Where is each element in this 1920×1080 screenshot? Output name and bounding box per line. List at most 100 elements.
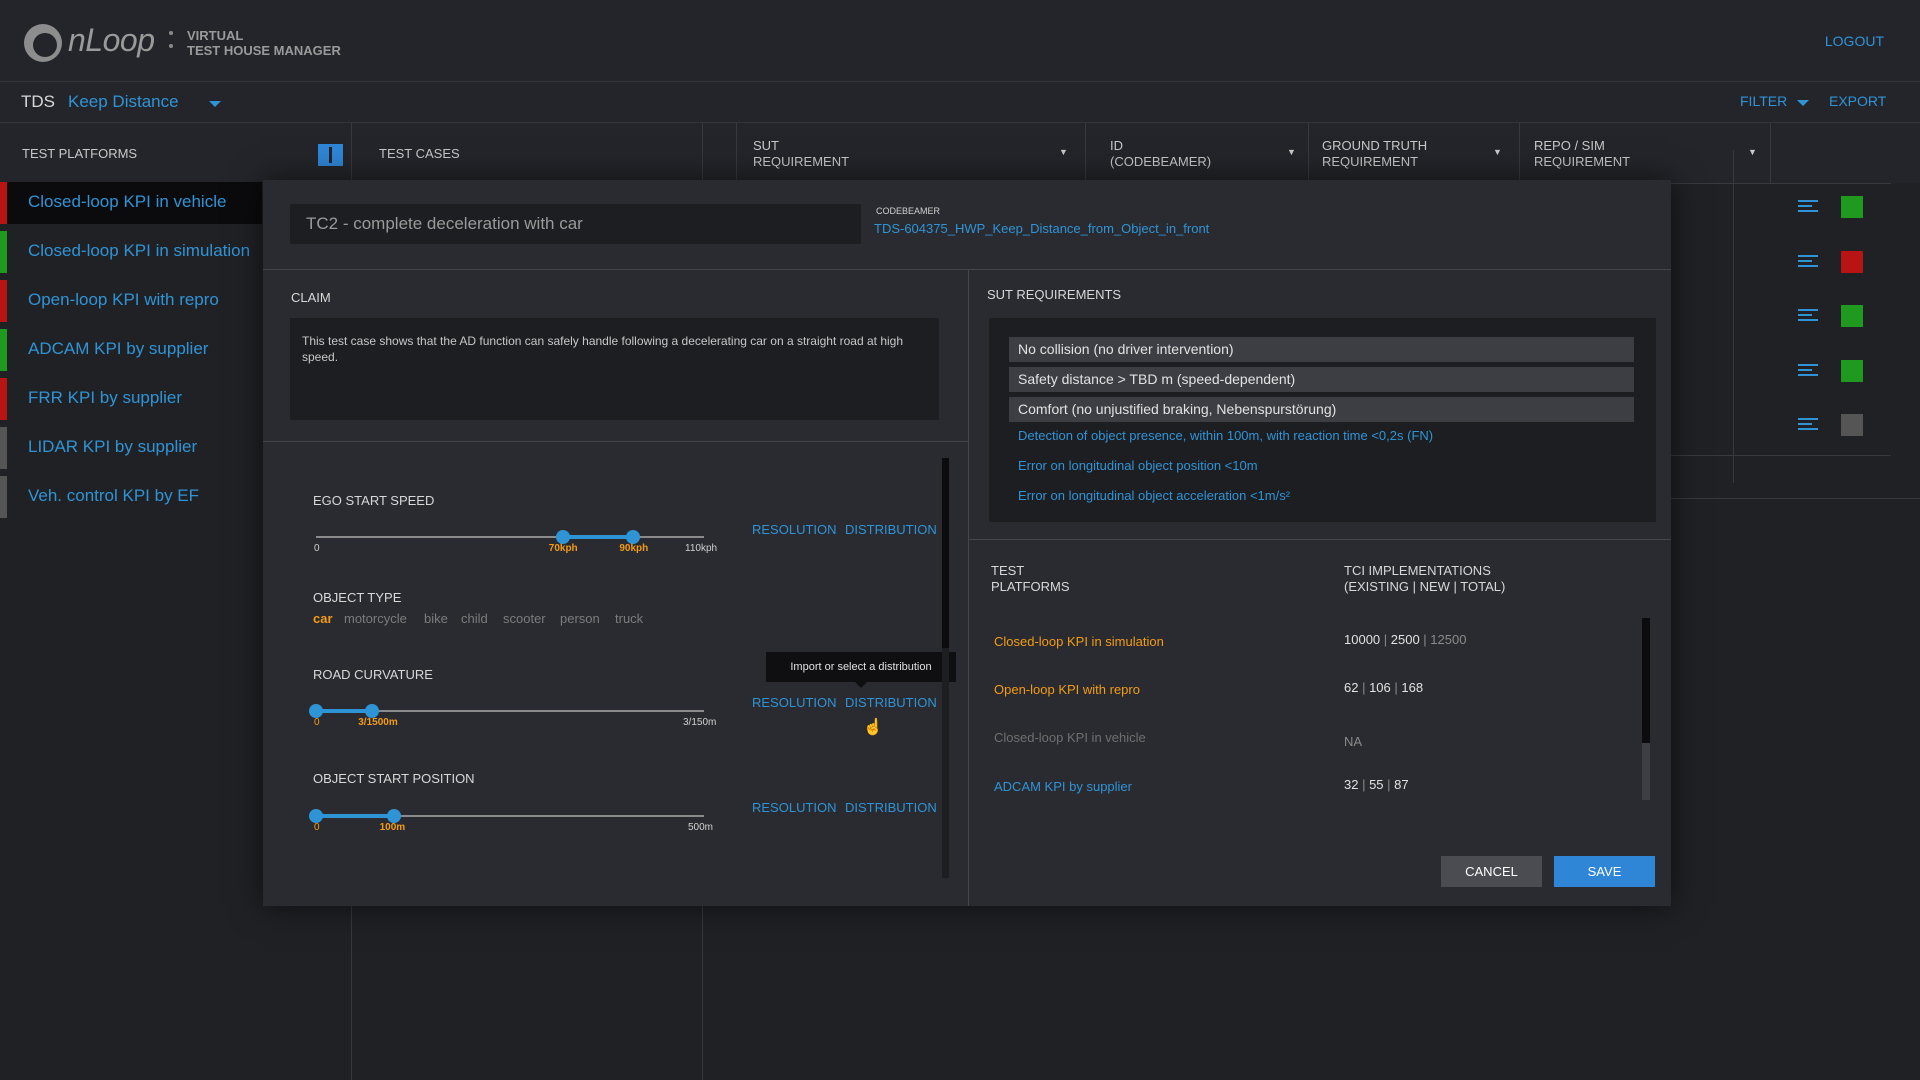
col-sut-line1: SUT [753,138,779,153]
sidebar-item-label: Veh. control KPI by EF [28,486,200,505]
tci-na: NA [1344,734,1363,749]
col-repo-sim[interactable]: REPO / SIM REQUIREMENT [1534,138,1630,170]
tp-row-name[interactable]: Open-loop KPI with repro [994,682,1140,697]
details-icon[interactable] [1798,418,1818,430]
ego-speed-slider[interactable]: 70kph 90kph [316,527,704,554]
platform-status-bar [0,182,7,224]
status-indicator [1841,359,1863,382]
claim-text[interactable]: This test case shows that the AD functio… [290,318,939,420]
filter-button[interactable]: FILTER [1740,93,1787,109]
col-sut-requirement[interactable]: SUT REQUIREMENT [753,138,849,170]
divider [969,539,1671,540]
divider [263,441,968,442]
slider-handle[interactable] [386,809,401,823]
sut-requirements-title: SUT REQUIREMENTS [987,287,1122,302]
col-id[interactable]: ID (CODEBEAMER) [1110,138,1211,170]
logout-link[interactable]: LOGOUT [1825,33,1884,49]
tp-scrollbar-thumb[interactable] [1642,618,1650,743]
object-type-option[interactable]: motorcycle [344,611,407,626]
tci-total: 168 [1401,680,1424,695]
tds-chevron-down-icon[interactable] [209,101,221,107]
sidebar-item-label: Closed-loop KPI in vehicle [28,192,227,211]
sidebar-item-platform[interactable]: FRR KPI by supplier [0,378,262,420]
sidebar-item-platform[interactable]: Veh. control KPI by EF [0,476,262,518]
slider-handle[interactable] [365,704,380,718]
details-icon[interactable] [1798,309,1818,321]
sidebar-item-platform[interactable]: LIDAR KPI by supplier [0,427,262,469]
test-case-name-input[interactable] [290,204,861,244]
sort-gt-icon[interactable]: ▼ [1493,147,1502,157]
tp-row-name[interactable]: Closed-loop KPI in vehicle [994,730,1146,745]
slider-handle[interactable] [309,809,323,823]
tci-existing: 32 [1344,777,1359,792]
col-ground-truth[interactable]: GROUND TRUTH REQUIREMENT [1322,138,1427,170]
sidebar-item-platform[interactable]: Closed-loop KPI in simulation [0,231,262,273]
platform-status-bar [0,427,7,469]
divider [1671,183,1891,184]
ego-speed-distribution[interactable]: DISTRIBUTION [845,522,937,537]
sut-selected-item[interactable]: Comfort (no unjustified braking, Nebensp… [1009,397,1634,422]
params-scrollbar-thumb[interactable] [942,458,949,648]
sut-requirement-link[interactable]: Error on longitudinal object position <1… [1018,458,1258,473]
tp-row-name[interactable]: ADCAM KPI by supplier [994,779,1132,794]
save-button[interactable]: SAVE [1554,856,1655,887]
sort-repo-icon[interactable]: ▼ [1748,147,1757,157]
object-start-min: 0 [314,822,320,833]
slider-fill [316,709,373,713]
object-start-slider[interactable]: 100m [309,806,704,833]
status-indicator [1841,196,1863,218]
slider-handle[interactable] [309,704,323,718]
sut-requirement-link[interactable]: Error on longitudinal object acceleratio… [1018,488,1290,503]
ego-speed-resolution[interactable]: RESOLUTION [752,522,837,537]
object-start-resolution[interactable]: RESOLUTION [752,800,837,815]
divider [1308,123,1309,183]
sort-sut-icon[interactable]: ▼ [1059,147,1068,157]
tci-existing: 10000 [1344,632,1381,647]
status-indicator [1841,250,1863,273]
col-gt-line1: GROUND TRUTH [1322,138,1428,153]
sut-requirement-link[interactable]: Detection of object presence, within 100… [1018,428,1433,443]
sidebar-item-label: Open-loop KPI with repro [28,290,219,309]
object-start-distribution[interactable]: DISTRIBUTION [845,800,937,815]
cancel-button[interactable]: CANCEL [1441,856,1542,887]
details-icon[interactable] [1798,254,1818,267]
object-type-option[interactable]: child [461,611,488,626]
sidebar-item-platform[interactable]: Open-loop KPI with repro [0,280,262,322]
slider-fill [562,535,634,539]
tp-header-line1: TEST [991,563,1025,578]
object-type-option[interactable]: scooter [503,611,546,626]
tds-selector[interactable]: Keep Distance [68,92,179,112]
slider-handle[interactable] [555,530,570,544]
ego-speed-min: 0 [314,543,320,554]
status-indicator [1841,305,1863,327]
divider [1733,150,1734,483]
split-view-icon[interactable] [318,144,343,166]
road-curvature-slider[interactable]: 3/1500m [309,701,704,728]
export-button[interactable]: EXPORT [1829,93,1886,109]
tci-separator: | [1383,777,1395,792]
codebeamer-link[interactable]: TDS-604375_HWP_Keep_Distance_from_Object… [874,221,1209,236]
tp-row-name[interactable]: Closed-loop KPI in simulation [994,634,1164,649]
object-type-option[interactable]: bike [424,611,448,626]
col-id-line1: ID [1110,138,1123,153]
status-indicator [1841,414,1863,436]
object-type-title: OBJECT TYPE [313,590,402,605]
sort-id-icon[interactable]: ▼ [1287,147,1296,157]
details-icon[interactable] [1798,363,1818,376]
object-type-option[interactable]: truck [615,611,643,626]
road-curvature-distribution[interactable]: DISTRIBUTION [845,695,937,710]
sidebar-item-platform[interactable]: ADCAM KPI by supplier [0,329,262,371]
road-curvature-resolution[interactable]: RESOLUTION [752,695,837,710]
sut-selected-item[interactable]: No collision (no driver intervention) [1009,337,1634,362]
object-type-option[interactable]: person [560,611,600,626]
details-icon[interactable] [1798,200,1818,212]
slider-handle[interactable] [626,530,641,544]
filter-chevron-down-icon[interactable] [1797,100,1809,106]
object-start-title: OBJECT START POSITION [313,771,475,786]
sidebar-item-platform[interactable]: Closed-loop KPI in vehicle [0,182,262,224]
sut-selected-item[interactable]: Safety distance > TBD m (speed-dependent… [1009,367,1634,392]
object-type-option[interactable]: car [313,611,333,626]
slider-value-label: 100m [379,822,406,833]
platform-status-bar [0,378,7,420]
col-test-cases: TEST CASES [379,146,460,161]
